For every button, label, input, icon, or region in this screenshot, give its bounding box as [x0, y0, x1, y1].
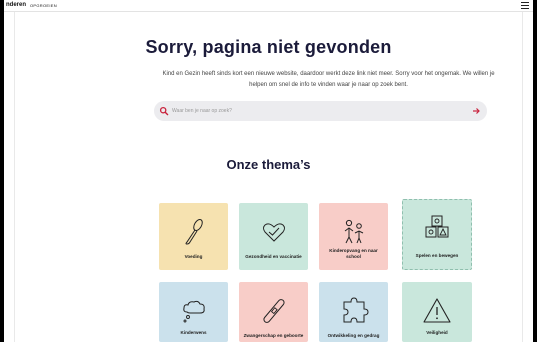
theme-label: Gezondheid en vaccinatie: [245, 254, 302, 259]
top-navigation: nderen OPGROEIEN: [4, 0, 533, 12]
right-divider: [522, 12, 523, 342]
warning-icon: [423, 298, 451, 323]
theme-tile-zwangerschap[interactable]: Zwangerschap en geboorte: [239, 282, 308, 342]
theme-tile-ontwikkeling[interactable]: Ontwikkeling en gedrag: [319, 282, 388, 342]
blocks-icon: [425, 215, 449, 238]
theme-label: Ontwikkeling en gedrag: [327, 333, 380, 338]
theme-tile-veiligheid[interactable]: Veiligheid: [402, 282, 472, 342]
spoon-icon: [185, 219, 203, 245]
theme-tile-spelen[interactable]: Spelen en bewegen: [402, 199, 472, 270]
themes-title: Onze thema’s: [226, 157, 311, 172]
theme-label: Veiligheid: [426, 330, 448, 335]
thought-cloud-icon: [182, 300, 205, 323]
page-title: Sorry, pagina niet gevonden: [145, 37, 392, 57]
search-icon[interactable]: [159, 106, 169, 116]
theme-tile-kinderopvang[interactable]: Kinderopvang en naar school: [319, 203, 388, 270]
pregnancy-test-icon: [262, 299, 285, 323]
search-bar[interactable]: [154, 101, 487, 121]
arrow-right-icon[interactable]: [471, 106, 481, 116]
theme-label: Kinderopvang en naar school: [329, 248, 378, 259]
theme-tile-gezondheid[interactable]: Gezondheid en vaccinatie: [239, 203, 308, 270]
menu-icon[interactable]: [521, 1, 529, 9]
theme-tile-voeding[interactable]: Voeding: [159, 203, 228, 270]
puzzle-icon: [343, 297, 369, 323]
theme-tile-kinderwens[interactable]: Kinderwens: [159, 282, 228, 342]
search-input[interactable]: [172, 104, 462, 118]
theme-label: Voeding: [184, 254, 203, 259]
page: nderen OPGROEIEN Sorry, pagina niet gevo…: [4, 0, 533, 342]
left-divider: [14, 12, 15, 342]
theme-label: Zwangerschap en geboorte: [243, 333, 304, 338]
theme-label: Spelen en bewegen: [415, 253, 459, 258]
site-brand[interactable]: nderen: [6, 2, 26, 8]
nav-link-opgroeien[interactable]: OPGROEIEN: [30, 3, 57, 8]
theme-label: Kinderwens: [180, 330, 207, 335]
heart-check-icon: [262, 223, 285, 242]
intro-text: Kind en Gezin heeft sinds kort een nieuw…: [162, 71, 495, 88]
children-icon: [344, 219, 363, 244]
